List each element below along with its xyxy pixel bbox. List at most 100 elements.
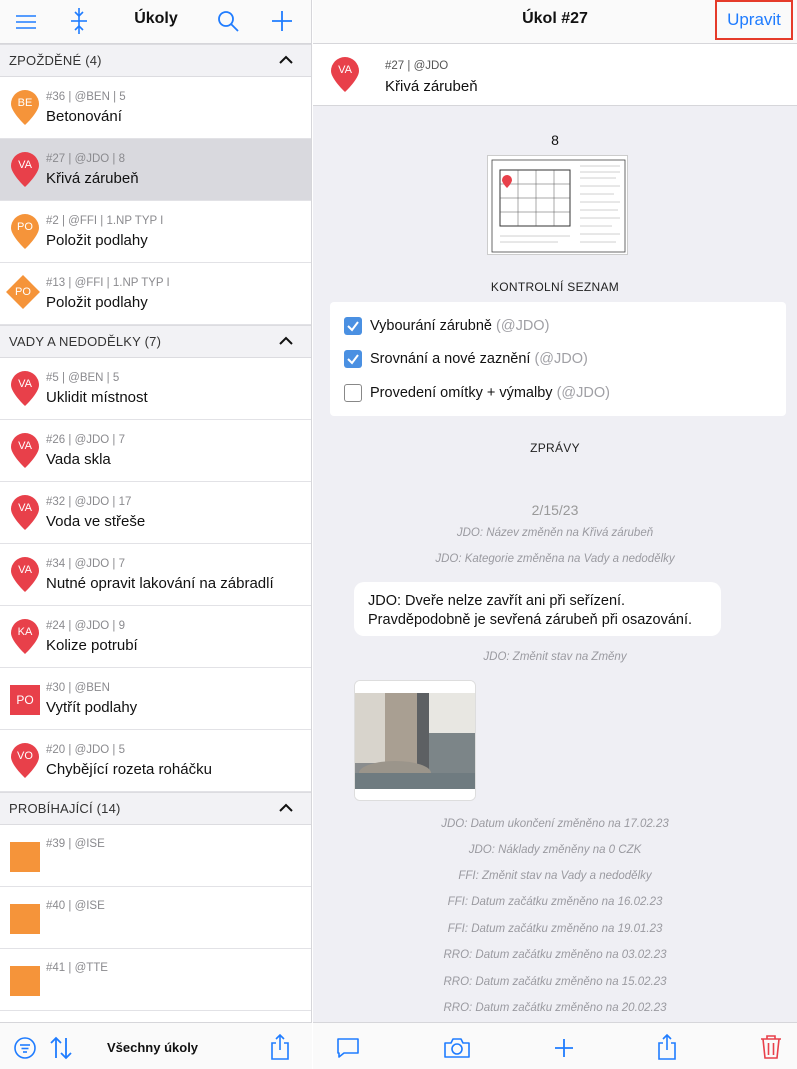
red-pin-icon: VA <box>0 358 46 420</box>
system-message: RRO: Datum začátku změněno na 03.02.23 <box>443 949 667 961</box>
list-item[interactable]: VA #34 | @JDO | 7 Nutné opravit lakování … <box>0 544 311 606</box>
share-icon[interactable] <box>655 1033 679 1061</box>
orange-square-icon <box>0 887 46 949</box>
task-name: Položit podlahy <box>46 231 148 249</box>
task-meta: #20 | @JDO | 5 <box>46 743 126 756</box>
task-detail-pane: Úkol #27 Upravit VA #27 | @JDO Křivá zár… <box>313 0 797 1069</box>
task-meta: #24 | @JDO | 9 <box>46 619 126 632</box>
task-name: Chybějící rozeta roháčku <box>46 760 212 778</box>
task-name: Křivá zárubeň <box>46 169 139 187</box>
task-name: Vytřít podlahy <box>46 698 138 716</box>
chevron-up-icon[interactable] <box>279 801 293 816</box>
section-header-defects[interactable]: VADY A NEDODĚLKY (7) <box>0 325 311 358</box>
checklist-label: Srovnání a nové zaznění <box>370 351 531 367</box>
section-title: ZPOŽDĚNÉ (4) <box>9 53 102 68</box>
system-message: FFI: Datum začátku změněno na 16.02.23 <box>447 896 663 908</box>
right-bottom-toolbar <box>313 1022 797 1069</box>
system-message: FFI: Změnit stav na Vady a nedodělky <box>458 870 652 882</box>
list-item[interactable]: PO #30 | @BEN Vytřít podlahy <box>0 668 311 730</box>
task-meta: #40 | @ISE <box>46 900 105 912</box>
left-bottom-toolbar: Všechny úkoly <box>0 1022 312 1069</box>
add-icon[interactable] <box>270 9 294 33</box>
list-item[interactable]: VA #5 | @BEN | 5 Uklidit místnost <box>0 358 311 420</box>
system-message: JDO: Náklady změněny na 0 CZK <box>468 844 642 856</box>
filter-label[interactable]: Všechny úkoly <box>107 1040 198 1055</box>
task-meta: #39 | @ISE <box>46 838 105 850</box>
orange-pin-icon: PO <box>0 201 46 263</box>
checklist-user: (@JDO) <box>556 385 610 401</box>
list-item[interactable]: VA #32 | @JDO | 17 Voda ve střeše <box>0 482 311 544</box>
chevron-up-icon[interactable] <box>279 53 293 68</box>
red-pin-icon: VA <box>0 420 46 482</box>
checklist-user: (@JDO) <box>496 318 550 334</box>
checkbox-checked-icon[interactable] <box>344 350 362 368</box>
task-meta: #13 | @FFI | 1.NP TYP I <box>46 276 170 289</box>
section-header-in-progress[interactable]: PROBÍHAJÍCÍ (14) <box>0 792 311 825</box>
system-message: JDO: Název změněn na Křivá zárubeň <box>456 527 654 539</box>
checklist-label: Provedení omítky + výmalby <box>370 385 553 401</box>
plan-number: 8 <box>551 132 559 148</box>
task-meta: #30 | @BEN <box>46 681 110 694</box>
section-header-delayed[interactable]: ZPOŽDĚNÉ (4) <box>0 44 311 77</box>
filter-icon[interactable] <box>13 1036 37 1060</box>
sort-icon[interactable] <box>48 1035 74 1061</box>
red-pin-icon: VA <box>0 139 46 201</box>
task-name: Položit podlahy <box>46 293 148 311</box>
orange-square-icon <box>0 825 46 887</box>
section-title: VADY A NEDODĚLKY (7) <box>9 334 162 349</box>
list-item[interactable]: #40 | @ISE <box>0 887 311 949</box>
camera-icon[interactable] <box>443 1036 471 1060</box>
task-header: VA #27 | @JDO Křivá zárubeň <box>313 44 797 106</box>
list-item[interactable]: VO #20 | @JDO | 5 Chybějící rozeta roháčk… <box>0 730 311 792</box>
red-pin-icon: KA <box>0 606 46 668</box>
add-icon[interactable] <box>552 1036 576 1060</box>
left-toolbar: Úkoly <box>0 0 311 44</box>
chevron-up-icon[interactable] <box>279 334 293 349</box>
task-meta: #27 | @JDO <box>385 60 449 72</box>
list-item[interactable]: KA #24 | @JDO | 9 Kolize potrubí <box>0 606 311 668</box>
red-pin-icon: VO <box>0 730 46 792</box>
task-list-pane: Úkoly ZPOŽDĚNÉ (4) BE #36 | @BEN | 5 Beto… <box>0 0 312 1069</box>
checklist-item[interactable]: Provedení omítky + výmalby (@JDO) <box>344 382 610 404</box>
checklist-title: KONTROLNÍ SEZNAM <box>490 280 620 294</box>
chat-message[interactable]: JDO: Dveře nelze zavřít ani při seřízení… <box>354 582 721 636</box>
task-meta: #41 | @TTE <box>46 962 108 974</box>
checklist-item[interactable]: Srovnání a nové zaznění (@JDO) <box>344 348 588 370</box>
comment-icon[interactable] <box>335 1036 361 1060</box>
checklist-user: (@JDO) <box>534 351 588 367</box>
task-name: Kolize potrubí <box>46 636 138 654</box>
list-item[interactable]: PO #13 | @FFI | 1.NP TYP I Položit podlah… <box>0 263 311 325</box>
right-toolbar: Úkol #27 Upravit <box>313 0 797 44</box>
list-item[interactable]: BE #36 | @BEN | 5 Betonování <box>0 77 311 139</box>
search-icon[interactable] <box>216 9 240 33</box>
checkbox-unchecked-icon[interactable] <box>344 384 362 402</box>
messages-title: ZPRÁVY <box>530 441 580 455</box>
task-name: Křivá zárubeň <box>385 78 478 95</box>
task-meta: #27 | @JDO | 8 <box>46 152 126 165</box>
system-message: RRO: Datum začátku změněno na 15.02.23 <box>443 976 667 988</box>
message-date: 2/15/23 <box>531 502 579 518</box>
red-pin-icon: VA <box>0 544 46 606</box>
trash-icon[interactable] <box>759 1034 783 1060</box>
task-name: Voda ve střeše <box>46 512 146 530</box>
floor-plan-thumbnail[interactable] <box>487 155 628 255</box>
checkbox-checked-icon[interactable] <box>344 317 362 335</box>
task-meta: #2 | @FFI | 1.NP TYP I <box>46 214 164 227</box>
task-meta: #36 | @BEN | 5 <box>46 90 126 103</box>
task-meta: #26 | @JDO | 7 <box>46 433 126 446</box>
section-title: PROBÍHAJÍCÍ (14) <box>9 801 121 816</box>
task-name: Uklidit místnost <box>46 388 148 406</box>
system-message: FFI: Datum začátku změněno na 19.01.23 <box>447 923 663 935</box>
list-item[interactable]: #41 | @TTE <box>0 949 311 1011</box>
list-item[interactable]: PO #2 | @FFI | 1.NP TYP I Položit podlahy <box>0 201 311 263</box>
checklist-item[interactable]: Vybourání zárubně (@JDO) <box>344 315 549 337</box>
list-item[interactable]: VA #26 | @JDO | 7 Vada skla <box>0 420 311 482</box>
task-name: Betonování <box>46 107 122 125</box>
share-icon[interactable] <box>268 1033 292 1061</box>
list-item-selected[interactable]: VA #27 | @JDO | 8 Křivá zárubeň <box>0 139 311 201</box>
list-item[interactable]: #39 | @ISE <box>0 825 311 887</box>
task-name: Nutné opravit lakování na zábradlí <box>46 574 274 592</box>
system-message: JDO: Kategorie změněna na Vady a nedoděl… <box>435 553 675 565</box>
edit-button[interactable]: Upravit <box>715 0 793 40</box>
attached-photo[interactable] <box>354 680 476 801</box>
